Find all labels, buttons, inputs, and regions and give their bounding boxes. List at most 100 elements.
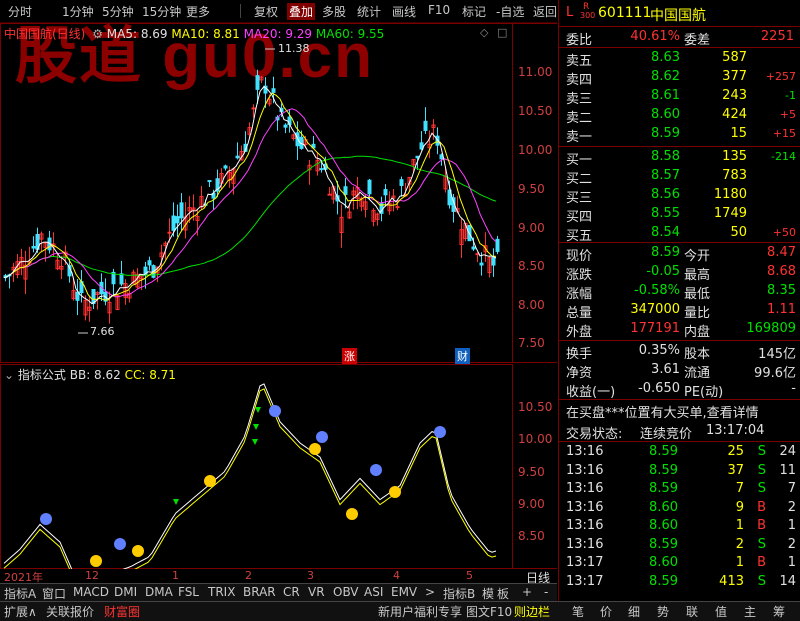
stat-label: 外盘 xyxy=(566,325,593,340)
tick-volume: 1 xyxy=(735,518,744,533)
tab-window[interactable]: 窗口 xyxy=(42,585,66,602)
toolbar-mark[interactable]: 标记 xyxy=(462,3,486,20)
down-arrow-icon xyxy=(252,439,258,445)
tab-cr[interactable]: CR xyxy=(283,585,300,599)
signal-face-icon xyxy=(346,508,358,520)
bid-price[interactable]: 8.57 xyxy=(606,168,680,183)
ask-price[interactable]: 8.60 xyxy=(606,107,680,122)
stat-value: 8.35 xyxy=(767,283,796,298)
toolbar-draw[interactable]: 画线 xyxy=(392,3,416,20)
flag-300: 300 xyxy=(580,11,596,20)
y-tick: 10.00 xyxy=(518,143,553,157)
tab-indicator-b[interactable]: 指标B xyxy=(443,585,475,602)
bid-volume: 1749 xyxy=(713,206,747,221)
tick-side: B xyxy=(757,518,766,533)
tab-main[interactable]: 主 xyxy=(744,603,756,620)
down-arrow-icon xyxy=(253,424,259,430)
tab-dmi[interactable]: DMI xyxy=(114,585,137,599)
signal-face-icon xyxy=(309,443,321,455)
bid-volume: 1180 xyxy=(713,187,747,202)
stat-value: 1.11 xyxy=(767,302,796,317)
tab-fsl[interactable]: FSL xyxy=(178,585,199,599)
signal-face-icon xyxy=(389,486,401,498)
ask-price[interactable]: 8.59 xyxy=(606,126,680,141)
toolbar-back[interactable]: 返回 xyxy=(533,3,557,20)
ind-y-tick: 10.00 xyxy=(518,432,553,446)
trade-status-label: 交易状态: xyxy=(566,427,623,442)
tab-remove[interactable]: - xyxy=(544,585,548,599)
low-price-marker: 7.66 xyxy=(90,325,115,338)
sidebar-button[interactable]: 则边栏 xyxy=(514,603,550,620)
ask-price[interactable]: 8.61 xyxy=(606,88,680,103)
related-quotes-button[interactable]: 关联报价 xyxy=(46,603,94,620)
tab-add[interactable]: + xyxy=(522,585,532,599)
stat-label: 涨幅 xyxy=(566,287,593,302)
stat-label: 最低 xyxy=(684,287,711,302)
weicha-label: 委差 xyxy=(684,33,711,48)
tab-trix[interactable]: TRIX xyxy=(208,585,235,599)
wealth-circle-button[interactable]: 财富圈 xyxy=(104,603,140,620)
bid-volume: 783 xyxy=(722,168,747,183)
stat-value: 169809 xyxy=(746,321,796,336)
tick-side: S xyxy=(757,481,766,496)
tick-price: 8.60 xyxy=(649,555,678,570)
tick-time: 13:16 xyxy=(566,481,604,496)
tab-scroll-right[interactable]: > xyxy=(425,585,435,599)
tab-brar[interactable]: BRAR xyxy=(243,585,276,599)
ask-price[interactable]: 8.62 xyxy=(606,69,680,84)
bid-price[interactable]: 8.56 xyxy=(606,187,680,202)
ask-level-label: 卖一 xyxy=(566,130,593,145)
tab-dma[interactable]: DMA xyxy=(145,585,173,599)
ask-volume: 243 xyxy=(722,88,747,103)
tab-chips[interactable]: 筹 xyxy=(773,603,785,620)
news-ticker[interactable]: 在买盘***位置有大买单,查看详情 xyxy=(566,402,759,421)
tab-detail[interactable]: 细 xyxy=(628,603,640,620)
tab-value[interactable]: 值 xyxy=(715,603,727,620)
tab-link[interactable]: 联 xyxy=(686,603,698,620)
tab-macd[interactable]: MACD xyxy=(73,585,109,599)
tab-board[interactable]: 板 xyxy=(497,585,509,602)
tab-indicator-a[interactable]: 指标A xyxy=(4,585,36,602)
ask-volume: 15 xyxy=(730,126,747,141)
tab-vr[interactable]: VR xyxy=(308,585,325,599)
ask-level-label: 卖二 xyxy=(566,111,593,126)
toolbar-f10[interactable]: F10 xyxy=(428,3,450,17)
tick-time: 13:17 xyxy=(566,573,604,589)
time-tick: 1 xyxy=(172,569,179,582)
stat-label: 今开 xyxy=(684,249,711,264)
tab-ticks[interactable]: 笔 xyxy=(572,603,584,620)
tick-side: S xyxy=(757,536,766,552)
time-axis xyxy=(0,569,557,583)
tick-volume: 9 xyxy=(735,499,744,515)
ask-volume: 424 xyxy=(722,107,747,122)
bid-price[interactable]: 8.58 xyxy=(606,149,680,164)
flag-l: L xyxy=(566,5,574,20)
bid-level-label: 买三 xyxy=(566,191,593,206)
tab-price[interactable]: 价 xyxy=(600,603,612,620)
tab-obv[interactable]: OBV xyxy=(333,585,359,599)
tick-count: 2 xyxy=(787,499,796,515)
ask-level-label: 卖五 xyxy=(566,54,593,69)
bid-price[interactable]: 8.54 xyxy=(606,225,680,240)
tab-emv[interactable]: EMV xyxy=(391,585,417,599)
tick-count: 14 xyxy=(779,573,796,589)
y-tick: 9.50 xyxy=(518,182,545,196)
tick-side: S xyxy=(757,573,766,589)
new-user-benefit-link[interactable]: 新用户福利专享 xyxy=(378,603,462,620)
expand-button[interactable]: 扩展∧ xyxy=(4,603,37,620)
bid-volume: 135 xyxy=(722,149,747,164)
time-tick: 4 xyxy=(393,569,400,582)
ask-price[interactable]: 8.63 xyxy=(606,50,680,65)
zhang-tag[interactable]: 涨 xyxy=(342,348,357,364)
tab-asi[interactable]: ASI xyxy=(364,585,383,599)
tab-trend[interactable]: 势 xyxy=(657,603,669,620)
signal-face-icon xyxy=(90,555,102,567)
bid-price[interactable]: 8.55 xyxy=(606,206,680,221)
f10-button[interactable]: 图文F10 xyxy=(466,603,512,620)
tab-template[interactable]: 模 xyxy=(482,585,494,602)
trade-status: 连续竞价 xyxy=(640,427,693,442)
signal-face-icon xyxy=(132,545,144,557)
cai-tag[interactable]: 财 xyxy=(455,348,470,364)
toolbar-watchlist[interactable]: -自选 xyxy=(496,3,524,20)
tick-side: B xyxy=(757,499,766,515)
